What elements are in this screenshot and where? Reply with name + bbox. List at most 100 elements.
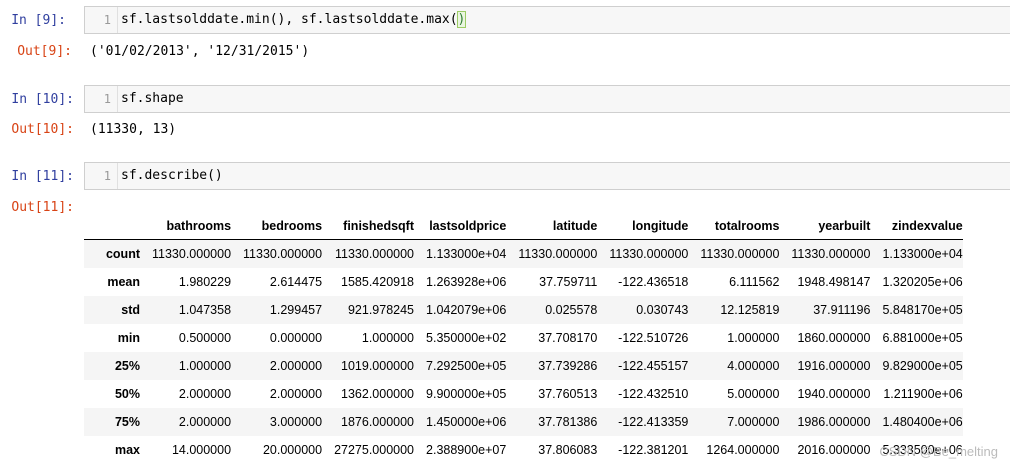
table-cell: -122.432510	[618, 387, 689, 401]
table-cell: 3.000000	[269, 415, 323, 429]
code-line[interactable]: sf.describe()	[121, 168, 223, 183]
table-cell: 9.900000e+05	[426, 387, 507, 401]
table-cell: 37.760513	[538, 387, 598, 401]
cell-11-in-prompt: In [11]:	[11, 169, 74, 184]
table-cell: 1.450000e+06	[426, 415, 507, 429]
column-header: zindexvalue	[870, 213, 963, 240]
table-cell: 1585.420918	[341, 275, 415, 289]
table-row: 50% 2.000000 2.000000 1362.000000 9.900000e+…	[84, 380, 963, 408]
table-cell: 2016.000000	[797, 443, 871, 457]
watermark: CSDN @Be_melting	[879, 444, 998, 459]
line-number: 1	[103, 169, 111, 183]
table-cell: 2.000000	[178, 387, 232, 401]
cell-9-in-prompt: In [9]:	[11, 13, 66, 28]
table-cell: 1876.000000	[341, 415, 415, 429]
code-line[interactable]: sf.shape	[121, 91, 184, 106]
table-cell: 11330.000000	[700, 247, 780, 261]
table-cell: 37.759711	[539, 275, 598, 289]
table-cell: 1362.000000	[341, 387, 415, 401]
table-cell: 2.000000	[269, 387, 323, 401]
table-cell: 27275.000000	[334, 443, 415, 457]
line-gutter: 1	[85, 163, 118, 189]
cell-10-out-prompt: Out[10]:	[11, 122, 74, 137]
table-cell: 1860.000000	[797, 331, 871, 345]
table-cell: 12.125819	[720, 303, 780, 317]
line-gutter: 1	[85, 86, 118, 112]
table-cell: 11330.000000	[334, 247, 415, 261]
code-text: sf.lastsolddate.min(), sf.lastsolddate.m…	[121, 12, 458, 27]
row-label: 50%	[114, 387, 140, 401]
column-header: latitude	[506, 213, 598, 240]
table-cell: 11330.000000	[609, 247, 689, 261]
table-cell: 1.000000	[361, 331, 415, 345]
table-cell: 1.047358	[178, 303, 232, 317]
row-label: 25%	[114, 359, 140, 373]
matched-bracket: )	[456, 11, 467, 28]
table-cell: 0.030743	[636, 303, 689, 317]
table-cell: 0.000000	[269, 331, 323, 345]
table-cell: 5.000000	[727, 387, 780, 401]
table-cell: 1940.000000	[797, 387, 871, 401]
table-cell: 1264.000000	[706, 443, 780, 457]
cell-11-out-prompt: Out[11]:	[11, 200, 74, 215]
table-cell: 6.111562	[729, 275, 780, 289]
index-header	[84, 213, 140, 240]
table-cell: 11330.000000	[243, 247, 323, 261]
table-row: count 11330.000000 11330.000000 11330.00000…	[84, 239, 963, 268]
table-row: 75% 2.000000 3.000000 1876.000000 1.450000e+…	[84, 408, 963, 436]
line-number: 1	[103, 13, 111, 27]
table-body: count 11330.000000 11330.000000 11330.00000…	[84, 239, 963, 464]
table-cell: 1.000000	[178, 359, 232, 373]
table-cell: 921.978245	[347, 303, 415, 317]
table-cell: -122.510726	[618, 331, 689, 345]
table-cell: 1.299457	[269, 303, 323, 317]
table-cell: 20.000000	[262, 443, 323, 457]
table-cell: 37.739286	[538, 359, 598, 373]
table-cell: 1986.000000	[797, 415, 871, 429]
cell-10-output: (11330, 13)	[90, 122, 177, 137]
table-cell: 1.133000e+04	[882, 247, 963, 261]
table-cell: 0.500000	[178, 331, 232, 345]
table-cell: -122.381201	[618, 443, 689, 457]
row-label: count	[105, 247, 140, 261]
table-cell: 1.000000	[727, 331, 780, 345]
table-cell: 1.133000e+04	[426, 247, 507, 261]
row-label: 75%	[114, 415, 140, 429]
cell-10-in-prompt: In [10]:	[11, 92, 74, 107]
table-cell: 2.388900e+07	[426, 443, 507, 457]
table-cell: -122.413359	[618, 415, 689, 429]
code-line[interactable]: sf.lastsolddate.min(), sf.lastsolddate.m…	[121, 11, 467, 28]
table-cell: 6.881000e+05	[882, 331, 963, 345]
table-cell: 1.211900e+06	[883, 387, 963, 401]
table-cell: 4.000000	[727, 359, 780, 373]
row-label: min	[117, 331, 140, 345]
line-number: 1	[103, 92, 111, 106]
column-header: totalrooms	[688, 213, 780, 240]
table-cell: 37.708170	[538, 331, 598, 345]
table-cell: 5.350000e+02	[426, 331, 507, 345]
table-cell: 7.000000	[727, 415, 780, 429]
table-row: 25% 1.000000 2.000000 1019.000000 7.292500e+…	[84, 352, 963, 380]
table-cell: 37.911196	[813, 303, 871, 317]
column-header: bathrooms	[140, 213, 232, 240]
table-cell: 1.263928e+06	[426, 275, 507, 289]
table-cell: 2.614475	[269, 275, 323, 289]
table-cell: 2.000000	[269, 359, 323, 373]
row-label: max	[114, 443, 140, 457]
table-cell: 1948.498147	[797, 275, 871, 289]
table-cell: 9.829000e+05	[882, 359, 963, 373]
cell-10-code-editor[interactable]: 1 sf.shape	[84, 85, 1010, 113]
table-row: min 0.500000 0.000000 1.000000 5.350000e+02 3…	[84, 324, 963, 352]
table-cell: 1.480400e+06	[882, 415, 963, 429]
cell-9-output: ('01/02/2013', '12/31/2015')	[90, 44, 310, 59]
column-header: longitude	[597, 213, 689, 240]
table-cell: 1.320205e+06	[882, 275, 963, 289]
cell-9-code-editor[interactable]: 1 sf.lastsolddate.min(), sf.lastsolddate…	[84, 6, 1010, 34]
table-cell: 37.781386	[538, 415, 598, 429]
cell-9-out-prompt: Out[9]:	[17, 44, 72, 59]
table-row: std 1.047358 1.299457 921.978245 1.042079e+0…	[84, 296, 963, 324]
cell-11-code-editor[interactable]: 1 sf.describe()	[84, 162, 1010, 190]
table-cell: 5.848170e+05	[882, 303, 963, 317]
describe-dataframe: bathrooms bedrooms finishedsqft lastsold…	[84, 213, 963, 464]
table-cell: 0.025578	[545, 303, 598, 317]
